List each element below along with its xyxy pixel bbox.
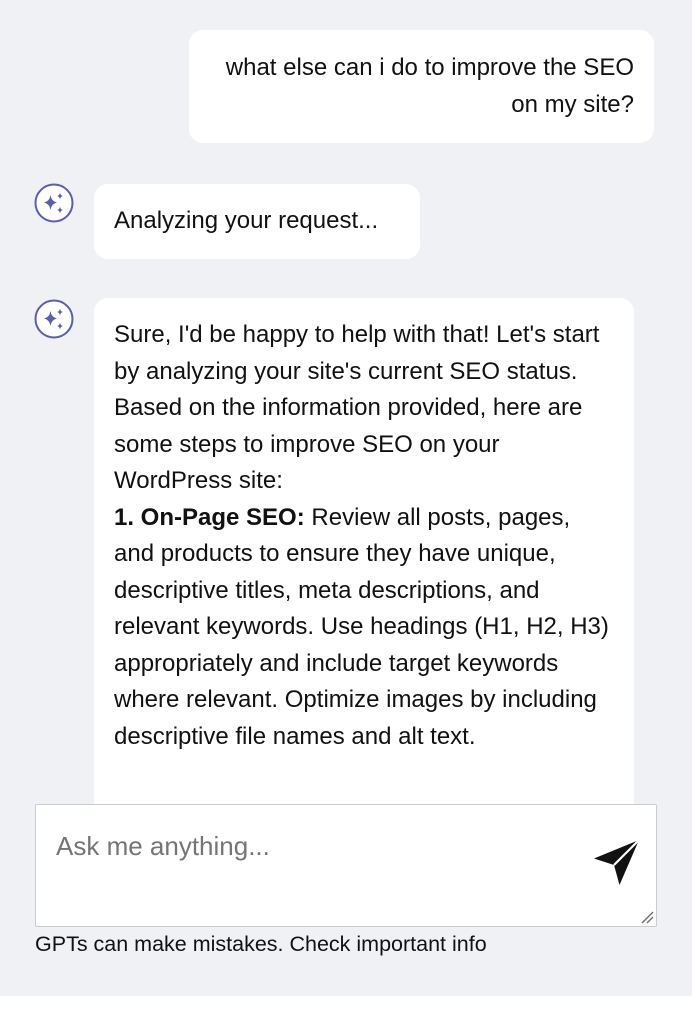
step-1-body: Review all posts, pages, and products to… xyxy=(114,503,609,750)
assistant-lead: Based on the information provided, here … xyxy=(114,394,583,494)
assistant-step-1: 1. On-Page SEO: Review all posts, pages,… xyxy=(114,500,614,756)
message-composer xyxy=(35,804,657,927)
status-message: Analyzing your request... xyxy=(94,184,420,259)
user-message-text: what else can i do to improve the SEO on… xyxy=(225,54,634,118)
assistant-intro: Sure, I'd be happy to help with that! Le… xyxy=(114,321,600,385)
user-message: what else can i do to improve the SEO on… xyxy=(189,30,654,143)
sparkles-icon xyxy=(34,183,74,223)
resize-handle-icon[interactable] xyxy=(638,908,654,924)
step-1-title: 1. On-Page SEO: xyxy=(114,503,305,531)
assistant-message: Sure, I'd be happy to help with that! Le… xyxy=(94,298,634,804)
send-icon[interactable] xyxy=(592,835,644,889)
message-list[interactable]: what else can i do to improve the SEO on… xyxy=(0,0,692,804)
chat-window: what else can i do to improve the SEO on… xyxy=(0,0,692,996)
status-message-text: Analyzing your request... xyxy=(114,207,379,234)
sparkles-icon xyxy=(34,299,74,339)
disclaimer-text: GPTs can make mistakes. Check important … xyxy=(35,932,487,956)
message-input[interactable] xyxy=(36,805,656,926)
